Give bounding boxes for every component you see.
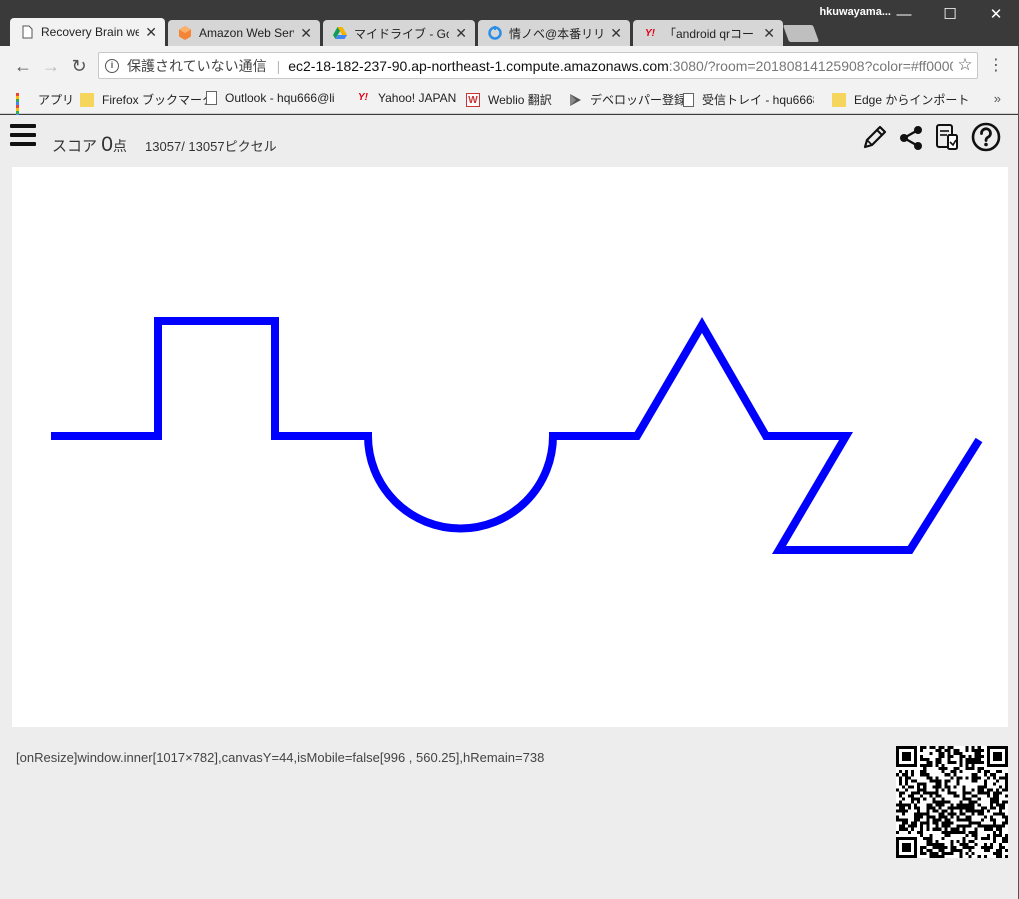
bookmark-label: デベロッパー登録 [590, 93, 687, 107]
bookmark-edge-import[interactable]: Edge からインポート [832, 91, 969, 108]
tab-close-icon[interactable]: ✕ [145, 24, 157, 41]
url-path: :3080/?room=20180814125908?color=#ff0000… [668, 57, 970, 74]
tab-close-icon[interactable]: ✕ [763, 25, 775, 42]
bookmark-label: Edge からインポート [854, 93, 970, 107]
weblio-icon: W [466, 92, 480, 107]
yahoo-icon: Y! [358, 92, 368, 103]
bookmark-apps[interactable]: アプリ [16, 91, 75, 120]
resize-debug-text: [onResize]window.inner[1017×782],canvasY… [16, 750, 545, 765]
chevron-more-icon[interactable]: » [994, 91, 1001, 106]
bookmark-label: Weblio 翻訳 [488, 93, 552, 107]
tab-label: 情ノベ@本番リリース [509, 26, 605, 41]
tab-close-icon[interactable]: ✕ [300, 25, 312, 42]
tab-label: 「android qrコード 読 [664, 26, 757, 41]
back-icon[interactable]: ← [12, 55, 34, 77]
close-icon[interactable]: ✕ [973, 4, 1019, 26]
tab-google-drive[interactable]: マイドライブ - Google ✕ [323, 20, 475, 46]
drawn-stroke-layer [51, 317, 983, 554]
bookmark-developer[interactable]: デベロッパー登録 [568, 91, 686, 108]
device-icon[interactable] [932, 122, 962, 152]
folder-icon [80, 92, 94, 107]
new-tab-button[interactable] [782, 25, 820, 42]
bookmark-label: アプリ [38, 93, 75, 107]
score-value: 0 [101, 133, 113, 156]
bookmark-outlook[interactable]: Outlook - hqu666@li [206, 91, 335, 105]
yahoo-icon: Y! [645, 27, 655, 39]
page-icon [20, 25, 34, 39]
aws-icon [178, 26, 192, 40]
tab-label: Recovery Brain web [41, 25, 140, 39]
tab-yahoo-search[interactable]: Y! 「android qrコード 読 ✕ [633, 20, 783, 46]
tab-novel[interactable]: 情ノベ@本番リリース ✕ [478, 20, 630, 46]
drawing-canvas[interactable] [12, 167, 1008, 727]
divider: | [276, 57, 281, 74]
title-bar: hkuwayama... — ☐ ✕ Recovery Brain web ✕ … [0, 0, 1019, 46]
star-icon[interactable]: ☆ [953, 55, 977, 77]
help-icon[interactable] [971, 122, 1001, 152]
bookmark-weblio[interactable]: W Weblio 翻訳 [466, 91, 552, 108]
tab-label: マイドライブ - Google [354, 26, 449, 41]
info-icon[interactable]: i [105, 58, 119, 73]
folder-icon [832, 92, 846, 107]
page-icon [683, 92, 694, 107]
tab-aws[interactable]: Amazon Web Services ✕ [168, 20, 320, 46]
hamburger-menu-icon[interactable] [10, 124, 36, 146]
tab-close-icon[interactable]: ✕ [610, 25, 622, 42]
bookmark-label: Yahoo! JAPAN [378, 91, 457, 105]
page-content: スコア 0点 13057/ 13057ピクセル [onResize]window… [0, 115, 1019, 899]
bookmark-inbox[interactable]: 受信トレイ - hqu66681 [683, 91, 814, 108]
tab-recovery-brain[interactable]: Recovery Brain web ✕ [10, 18, 165, 46]
bookmark-yahoo[interactable]: Y! Yahoo! JAPAN [356, 91, 456, 105]
blue-stroke [51, 317, 983, 554]
drive-icon [333, 26, 347, 40]
bookmark-firefox[interactable]: Firefox ブックマーク [80, 91, 214, 108]
pixel-count: 13057/ 13057ピクセル [145, 139, 277, 154]
bookmark-label: Outlook - hqu666@li [225, 91, 335, 105]
bookmark-label: Firefox ブックマーク [102, 93, 215, 107]
reload-icon[interactable]: ↻ [68, 55, 90, 77]
security-label: 保護されていない通信 [127, 57, 267, 74]
maximize-icon[interactable]: ☐ [927, 4, 973, 26]
minimize-icon[interactable]: — [881, 4, 927, 26]
pencil-icon[interactable] [860, 122, 890, 152]
menu-icon[interactable]: ⋮ [988, 55, 1004, 77]
apps-icon [16, 92, 30, 120]
score-display: スコア 0点 13057/ 13057ピクセル [52, 133, 277, 157]
circle-icon [488, 26, 502, 40]
tab-close-icon[interactable]: ✕ [455, 25, 467, 42]
page-icon [206, 91, 217, 105]
browser-toolbar: ← → ↻ i 保護されていない通信 | ec2-18-182-237-90.a… [0, 46, 1019, 86]
qr-code [896, 746, 1008, 858]
play-icon [568, 93, 582, 107]
score-unit: 点 [112, 138, 127, 154]
forward-icon[interactable]: → [40, 55, 62, 77]
bookmarks-bar: アプリ Firefox ブックマーク Outlook - hqu666@li Y… [0, 86, 1019, 120]
tab-label: Amazon Web Services [199, 26, 294, 40]
bookmark-label: 受信トレイ - hqu66681 [702, 93, 814, 107]
url-host: ec2-18-182-237-90.ap-northeast-1.compute… [288, 57, 669, 74]
address-bar[interactable]: i 保護されていない通信 | ec2-18-182-237-90.ap-nort… [98, 52, 978, 79]
share-icon[interactable] [896, 122, 926, 152]
score-label: スコア [52, 138, 98, 155]
